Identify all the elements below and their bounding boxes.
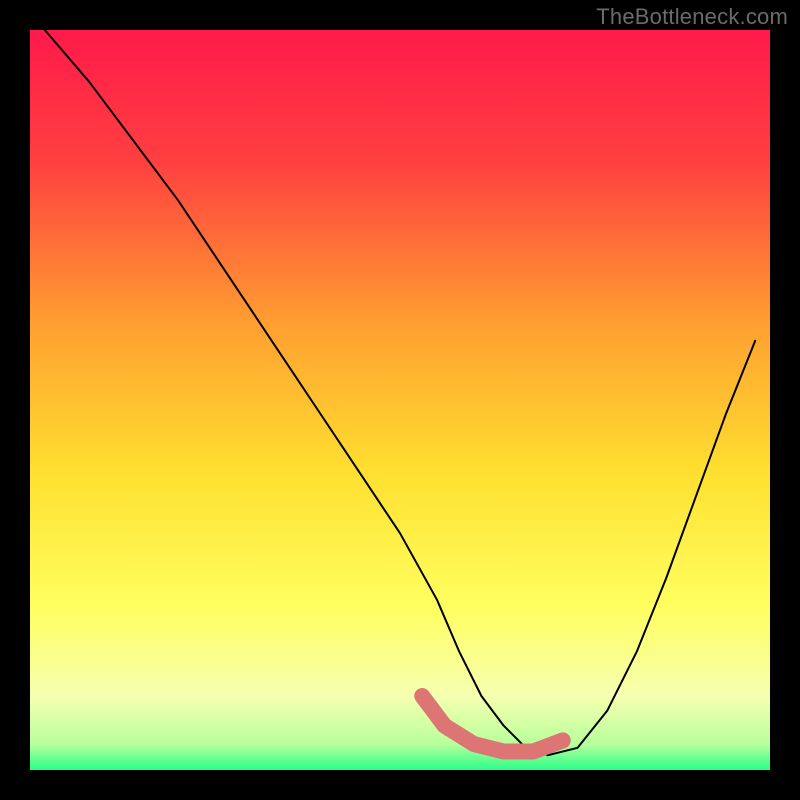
attribution-text: TheBottleneck.com [596, 4, 788, 30]
chart-frame: TheBottleneck.com [0, 0, 800, 800]
gradient-background [30, 30, 770, 770]
chart-svg [30, 30, 770, 770]
plot-area [30, 30, 770, 770]
